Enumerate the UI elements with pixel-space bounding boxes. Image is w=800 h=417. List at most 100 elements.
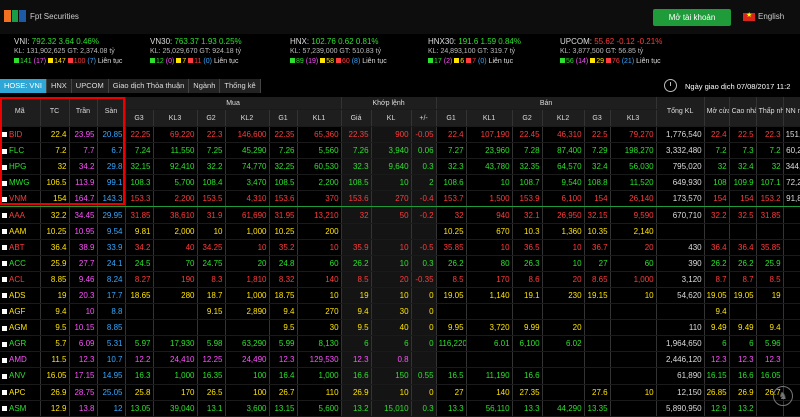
symbol-cell[interactable]: VNM	[0, 190, 41, 208]
symbol-cell[interactable]: AGR	[0, 335, 41, 353]
table-row[interactable]: APC 26.9 28.75 25.05 25.8 170 26.5 100 26.7 110 26…	[0, 384, 800, 401]
fpt-logo[interactable]: Fpt Securities	[4, 10, 79, 22]
col-ask2[interactable]: G2	[512, 109, 543, 127]
symbol-cell[interactable]: AAA	[0, 206, 41, 224]
table-row[interactable]: ACL 8.85 9.46 8.24 8.27 190 8.3 1,810 8.32 140 8.5…	[0, 271, 800, 288]
tab-negotiated[interactable]: Giao dịch Thỏa thuận	[108, 79, 190, 93]
symbol-cell[interactable]: ANV	[0, 367, 41, 385]
col-bid3[interactable]: G3	[125, 109, 154, 127]
col-bid3-vol[interactable]: KL3	[153, 109, 198, 127]
symbol-cell[interactable]: ADS	[0, 287, 41, 305]
tab-statistics[interactable]: Thống kê	[220, 79, 261, 93]
pin-icon[interactable]	[2, 245, 7, 251]
index-4[interactable]: UPCOM: 55.62 -0.12 -0.21% KL: 3,877,500 G…	[560, 37, 662, 67]
tab-upcom[interactable]: UPCOM	[71, 79, 109, 93]
table-row[interactable]: VNM 154 164.7 143.3 153.3 2,200 153.5 4,310 153.…	[0, 190, 800, 208]
table-row[interactable]: HPG 32 34.2 29.8 32.15 92,410 32.2 74,770 32.25 6…	[0, 158, 800, 176]
pin-icon[interactable]	[2, 180, 7, 186]
col-match-vol[interactable]: KL	[371, 109, 412, 127]
col-bid1[interactable]: G1	[269, 109, 298, 127]
col-low[interactable]: Thấp nhất	[756, 97, 784, 127]
table-row[interactable]: ACC 25.9 27.7 24.1 24.5 70 24.75 20 24.8 60 26.2 10…	[0, 255, 800, 272]
col-bid1-vol[interactable]: KL1	[297, 109, 342, 127]
pin-icon[interactable]	[2, 229, 7, 234]
index-0[interactable]: VNI: 792.32 3.64 0.46% KL: 131,902,625 GT…	[14, 37, 122, 67]
pin-icon[interactable]	[2, 148, 7, 154]
col-ask3[interactable]: G3	[584, 109, 611, 127]
tab-hnx[interactable]: HNX	[46, 79, 72, 93]
table-row[interactable]: AAA 32.2 34.45 29.95 31.85 38,610 31.9 61,690 31…	[0, 206, 800, 224]
pin-icon[interactable]	[2, 293, 7, 299]
symbol-cell[interactable]: MWG	[0, 174, 41, 192]
pin-icon[interactable]	[2, 373, 7, 379]
cell-n	[783, 287, 800, 305]
cell-o: 32	[704, 158, 730, 176]
pin-icon[interactable]	[2, 164, 7, 170]
ceiling-cell: 10.15	[69, 319, 98, 337]
pin-icon[interactable]	[2, 261, 7, 267]
col-bid2-vol[interactable]: KL2	[225, 109, 270, 127]
tab-industry[interactable]: Ngành	[189, 79, 221, 93]
symbol-cell[interactable]: FLC	[0, 142, 41, 160]
index-1[interactable]: VN30: 763.37 1.93 0.25% KL: 25,029,670 GT…	[150, 37, 242, 67]
cell-p: 153.6	[341, 190, 372, 208]
pin-icon[interactable]	[2, 277, 7, 283]
symbol-cell[interactable]: ABT	[0, 239, 41, 256]
symbol-cell[interactable]: BID	[0, 126, 41, 144]
pin-icon[interactable]	[2, 406, 7, 412]
cell-w3	[610, 335, 657, 353]
symbol-cell[interactable]: ACC	[0, 255, 41, 272]
table-row[interactable]: AGR 5.7 6.09 5.31 5.97 17,930 5.98 63,290 5.99 8,…	[0, 335, 800, 353]
col-total-volume[interactable]: Tổng KL	[656, 97, 705, 127]
symbol-cell[interactable]: AGF	[0, 303, 41, 321]
clock-icon[interactable]	[664, 79, 677, 92]
cell-b2: 153.5	[197, 190, 226, 208]
table-row[interactable]: FLC 7.2 7.7 6.7 7.24 11,550 7.25 45,290 7.26 5,56…	[0, 142, 800, 160]
col-open[interactable]: Mở cửa	[704, 97, 730, 127]
col-ask1[interactable]: G1	[436, 109, 467, 127]
pin-icon[interactable]	[2, 389, 7, 395]
col-ceiling[interactable]: Trần	[69, 97, 98, 127]
pin-icon[interactable]	[2, 341, 7, 347]
cell-v1: 140	[297, 271, 342, 288]
table-row[interactable]: ADS 19 20.3 17.7 18.65 280 18.7 1,000 18.75 10 19 1…	[0, 287, 800, 305]
table-row[interactable]: BID 22.4 23.95 20.85 22.25 69,220 22.3 146,600 2…	[0, 126, 800, 144]
pin-icon[interactable]	[2, 357, 7, 363]
index-2[interactable]: HNX: 102.76 0.62 0.81% KL: 57,239,000 GT:…	[290, 37, 387, 67]
pin-icon[interactable]	[2, 212, 7, 218]
language-selector[interactable]: English	[758, 12, 784, 21]
vietnam-flag-icon[interactable]	[743, 11, 755, 21]
open-account-button[interactable]: Mở tài khoản	[653, 9, 731, 26]
col-change[interactable]: +/-	[411, 109, 437, 127]
index-3[interactable]: HNX30: 191.6 1.59 0.84% KL: 24,893,100 GT…	[428, 37, 521, 67]
pin-icon[interactable]	[2, 325, 7, 331]
table-row[interactable]: AMD 11.5 12.3 10.7 12.2 24,410 12.25 24,490 12.3…	[0, 351, 800, 369]
col-ask3-vol[interactable]: KL3	[610, 109, 657, 127]
symbol-cell[interactable]: AGM	[0, 319, 41, 337]
col-ask1-vol[interactable]: KL1	[466, 109, 513, 127]
col-ask2-vol[interactable]: KL2	[542, 109, 585, 127]
pin-icon[interactable]	[2, 196, 7, 202]
col-symbol[interactable]: Mã	[0, 97, 41, 127]
symbol-cell[interactable]: AAM	[0, 223, 41, 240]
symbol-cell[interactable]: APC	[0, 384, 41, 401]
col-floor[interactable]: Sàn	[97, 97, 126, 127]
col-foreign-buy[interactable]: NN mua	[783, 97, 800, 127]
cell-h: 12.3	[729, 351, 757, 369]
table-row[interactable]: ANV 16.05 17.15 14.95 16.3 1,000 16.35 100 16.4 1…	[0, 367, 800, 385]
col-high[interactable]: Cao nhất	[729, 97, 757, 127]
pin-icon[interactable]	[2, 309, 7, 315]
table-row[interactable]: AAM 10.25 10.95 9.54 9.81 2,000 10 1,000 10.25 20…	[0, 223, 800, 240]
table-row[interactable]: AGF 9.4 10 8.8 9.15 2,890 9.4 270 9.4 30 0 9.4	[0, 303, 800, 321]
pin-icon[interactable]	[2, 132, 7, 138]
col-reference[interactable]: TC	[40, 97, 70, 127]
symbol-cell[interactable]: AMD	[0, 351, 41, 369]
table-row[interactable]: AGM 9.5 10.15 8.85 9.5 30 9.5 40 0 9.95 3,720 9.99 2…	[0, 319, 800, 337]
table-row[interactable]: ABT 36.4 38.9 33.9 34.2 40 34.25 10 35.2 10 35.9 10…	[0, 239, 800, 256]
col-bid2[interactable]: G2	[197, 109, 226, 127]
symbol-cell[interactable]: ACL	[0, 271, 41, 288]
symbol-cell[interactable]: HPG	[0, 158, 41, 176]
tab-hose[interactable]: HOSE: VNI	[0, 79, 47, 93]
table-row[interactable]: MWG 106.5 113.9 99.1 108.3 5,700 108.4 3,470 108…	[0, 174, 800, 192]
col-match-price[interactable]: Giá	[341, 109, 372, 127]
